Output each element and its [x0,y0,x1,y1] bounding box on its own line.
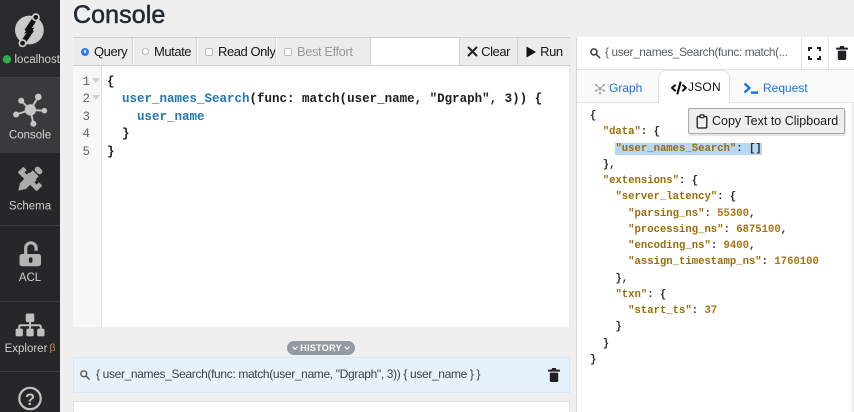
svg-text:Explorer: Explorer [5,343,48,355]
svg-text:ACL: ACL [19,272,42,284]
svg-text:?: ? [25,391,35,409]
svg-text:localhost: localhost [15,54,61,66]
svg-text:β: β [50,342,56,354]
svg-text:Schema: Schema [9,201,52,213]
svg-text:Console: Console [9,130,51,142]
